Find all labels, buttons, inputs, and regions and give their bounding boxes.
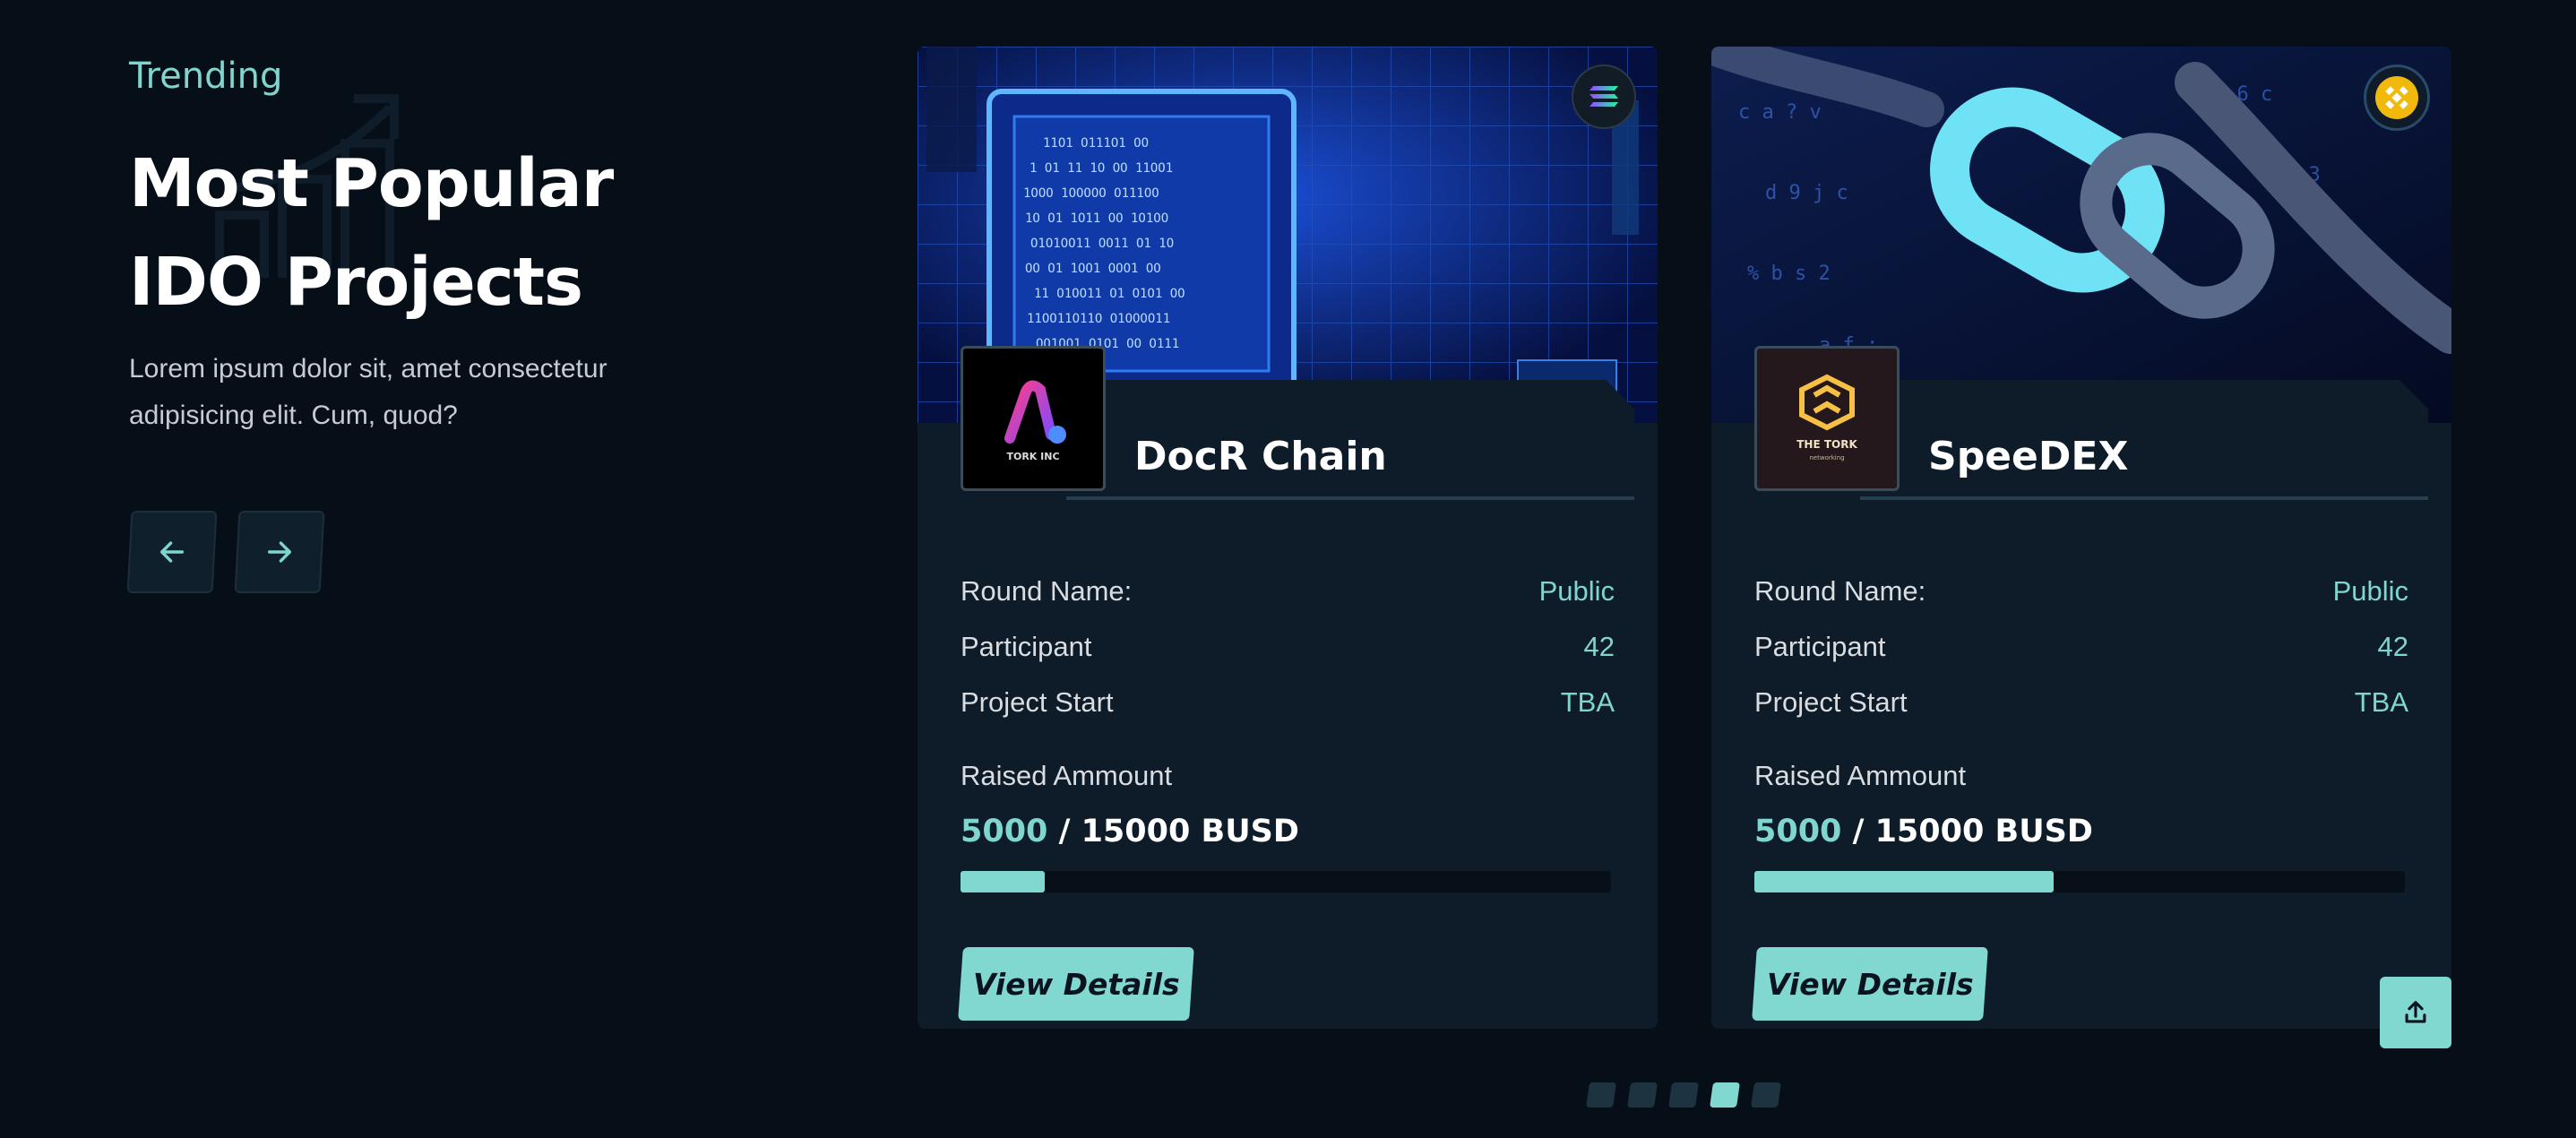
section-title: Most Popular IDO Projects [129, 145, 614, 321]
svg-text:OO O1 1OO1 OOO1 OO: OO O1 1OO1 OOO1 OO [1025, 262, 1161, 276]
round-row: Round Name: Public [961, 575, 1615, 607]
participant-row: Participant 42 [961, 631, 1615, 662]
project-logo: THE TORK networking [1754, 346, 1900, 491]
section-description: Lorem ipsum dolor sit, amet consectetur … [129, 354, 607, 430]
binance-icon [2364, 65, 2430, 131]
svg-text:11OO11O11O O1OOOO11: 11OO11O11O O1OOOO11 [1027, 312, 1170, 326]
svg-text:O1O1OO11 OO11 O1 1O: O1O1OO11 OO11 O1 1O [1030, 237, 1174, 251]
arrow-right-icon [267, 541, 292, 563]
view-details-button[interactable]: View Details [958, 947, 1194, 1021]
project-card: 11O1 O111O1 OO 1 O1 11 1O OO 11OO1 1OOO … [918, 47, 1658, 1029]
raised-label: Raised Ammount [1754, 760, 1967, 791]
carousel-pagination [1586, 1082, 1781, 1108]
solana-icon [1572, 65, 1636, 129]
svg-text:11 O1OO11 O1 O1O1 OO: 11 O1OO11 O1 O1O1 OO [1034, 287, 1185, 301]
pagination-dot[interactable] [1710, 1082, 1740, 1108]
raise-progress-bar [961, 871, 1611, 892]
section-tag: Trending [129, 56, 283, 97]
share-upload-icon [2405, 1001, 2426, 1023]
raise-progress-bar [1754, 871, 2405, 892]
share-button[interactable] [2380, 977, 2451, 1048]
raised-amount: 5000 / 15000 BUSD [1754, 814, 2093, 849]
pagination-dot[interactable] [1751, 1082, 1781, 1108]
project-name: DocR Chain [1134, 434, 1387, 479]
project-start-row: Project Start TBA [1754, 686, 2408, 718]
arrow-left-icon [159, 541, 185, 563]
progress-fill [1754, 871, 2054, 892]
project-logo: TORK INC [961, 346, 1106, 491]
round-row: Round Name: Public [1754, 575, 2408, 607]
svg-text:% b s 2: % b s 2 [1747, 263, 1831, 285]
svg-text:1O O1 1O11 OO 1O1OO: 1O O1 1O11 OO 1O1OO [1025, 211, 1168, 226]
progress-fill [961, 871, 1046, 892]
project-name: SpeeDEX [1928, 434, 2129, 479]
prev-button[interactable] [126, 511, 218, 593]
pagination-dot[interactable] [1586, 1082, 1616, 1108]
svg-text:11O1 O111O1 OO: 11O1 O111O1 OO [1043, 136, 1149, 151]
pagination-dot[interactable] [1627, 1082, 1658, 1108]
project-card: c a ? vd 9 j c % b s 2a f ; 8 6 ck 3 [1711, 47, 2451, 1029]
project-start-row: Project Start TBA [961, 686, 1615, 718]
svg-text:d 9 j c: d 9 j c [1765, 182, 1848, 204]
raised-amount: 5000 / 15000 BUSD [961, 814, 1299, 849]
svg-text:c a ? v: c a ? v [1738, 101, 1822, 124]
raised-label: Raised Ammount [961, 760, 1173, 791]
participant-row: Participant 42 [1754, 631, 2408, 662]
pagination-dot[interactable] [1668, 1082, 1699, 1108]
svg-text:1OOO 1OOOOO O111OO: 1OOO 1OOOOO O111OO [1023, 186, 1159, 201]
view-details-button[interactable]: View Details [1752, 947, 1988, 1021]
next-button[interactable] [234, 511, 325, 593]
svg-text:1 O1 11 1O OO 11OO1: 1 O1 11 1O OO 11OO1 [1030, 161, 1173, 176]
